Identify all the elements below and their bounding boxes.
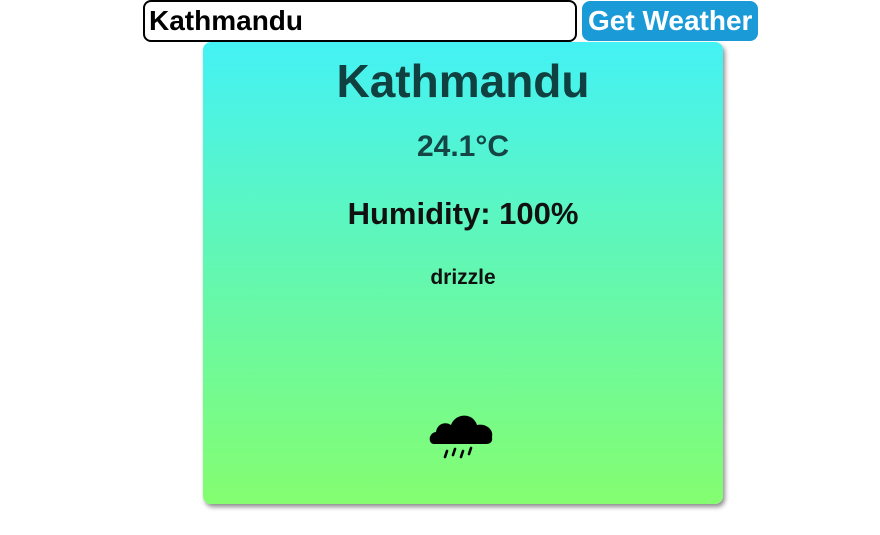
weather-description: drizzle [430,266,496,289]
city-name: Kathmandu [336,55,590,107]
temperature: 24.1°C [416,130,510,163]
get-weather-button[interactable]: Get Weather [582,1,759,41]
weather-card: Kathmandu 24.1°C Humidity: 100% drizzle [203,42,723,504]
humidity: Humidity: 100% [347,196,579,231]
city-search-input[interactable] [143,0,577,42]
rain-cloud-icon [429,415,493,459]
search-bar: Get Weather [143,0,759,42]
